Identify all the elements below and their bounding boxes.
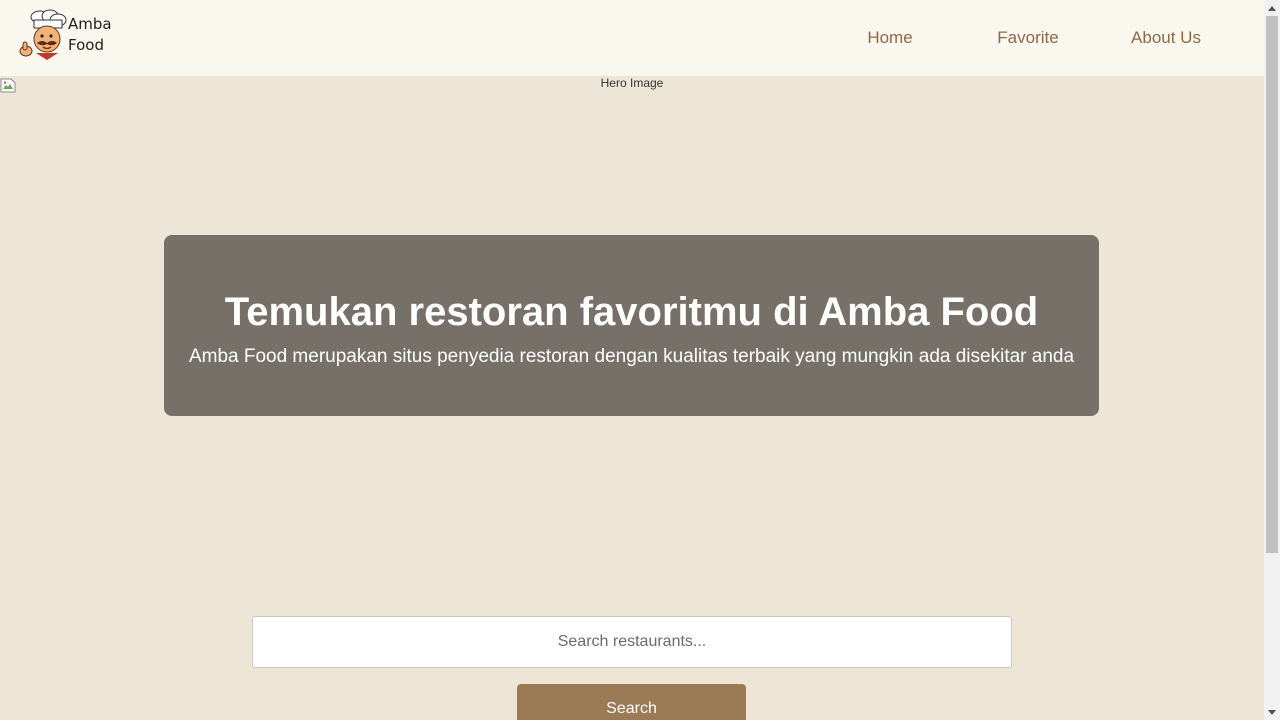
- hero-subtitle: Amba Food merupakan situs penyedia resto…: [188, 346, 1075, 367]
- hero-card: Temukan restoran favoritmu di Amba Food …: [164, 235, 1099, 416]
- scroll-up-arrow-icon[interactable]: [1264, 0, 1280, 16]
- scroll-down-arrow-icon[interactable]: [1264, 704, 1280, 720]
- brand-line-2: Food: [68, 36, 104, 54]
- nav-link-home[interactable]: Home: [837, 28, 943, 48]
- hero-image-alt-text: Hero Image: [600, 76, 664, 90]
- site-header: Amba Food Home Favorite About Us: [0, 0, 1264, 76]
- main-nav: Home Favorite About Us: [837, 0, 1264, 76]
- chef-mascot-icon: [19, 9, 67, 60]
- nav-link-favorite[interactable]: Favorite: [975, 28, 1081, 48]
- hero-image: Hero Image: [0, 76, 1264, 96]
- search-button[interactable]: Search: [517, 684, 746, 720]
- nav-link-about-us[interactable]: About Us: [1113, 28, 1219, 48]
- brand-name: Amba Food: [68, 14, 118, 56]
- page-viewport: Amba Food Home Favorite About Us Hero Im…: [0, 0, 1264, 720]
- page-scrollbar[interactable]: [1264, 0, 1280, 720]
- hero-title: Temukan restoran favoritmu di Amba Food: [224, 290, 1039, 334]
- scrollbar-thumb[interactable]: [1266, 16, 1278, 553]
- brand-line-1: Amba: [68, 15, 112, 33]
- search-input[interactable]: [252, 616, 1012, 668]
- brand-logo[interactable]: Amba Food: [18, 9, 118, 61]
